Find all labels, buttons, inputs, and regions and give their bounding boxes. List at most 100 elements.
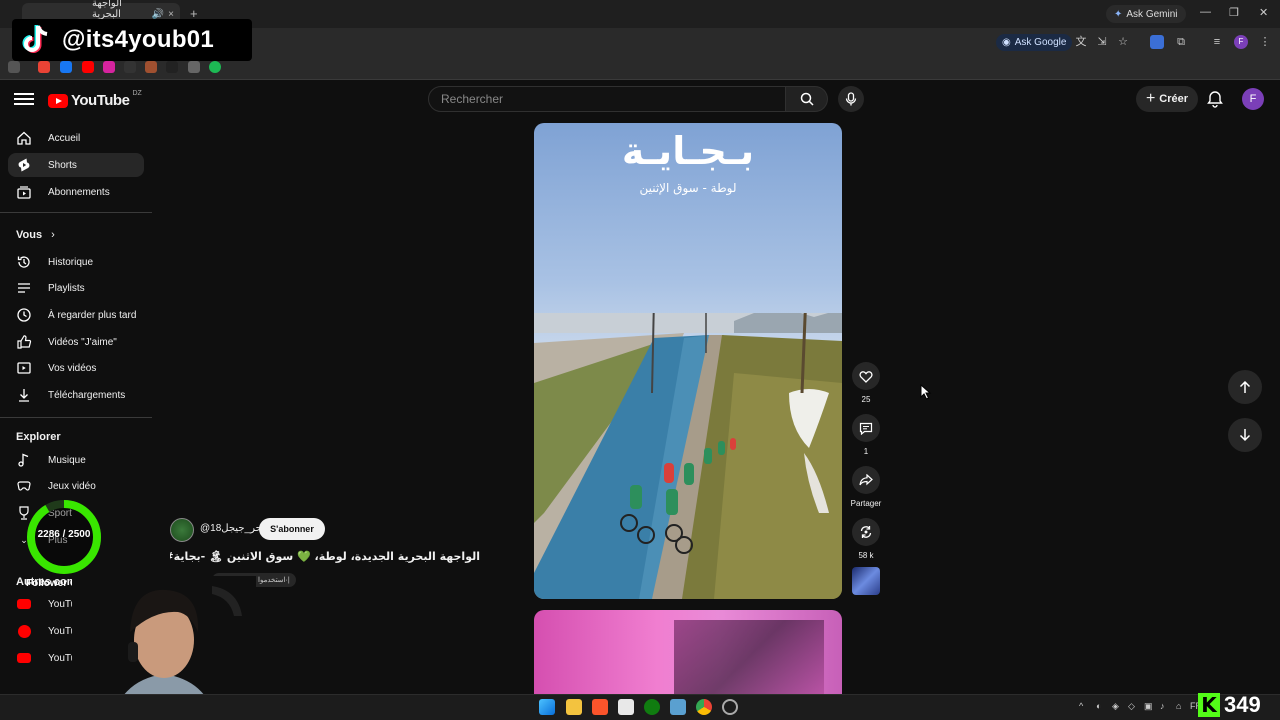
- speaker-icon[interactable]: 🔊: [152, 9, 164, 20]
- sidebar-item-liked-videos[interactable]: Vidéos "J'aime": [8, 330, 144, 354]
- sidebar-heading-vous[interactable]: Vous ›: [16, 229, 55, 241]
- sidebar-item-downloads[interactable]: Téléchargements: [8, 383, 144, 407]
- previous-short-button[interactable]: [1228, 370, 1262, 404]
- media-controls-icon[interactable]: ≡: [1210, 35, 1224, 49]
- sidebar-item-shorts[interactable]: Shorts: [8, 153, 144, 177]
- notifications-bell-icon[interactable]: [1206, 90, 1224, 108]
- mouse-cursor-icon: [920, 384, 932, 400]
- search-input[interactable]: Rechercher: [428, 86, 786, 112]
- microphone-icon: [845, 92, 857, 106]
- gaming-icon: [17, 481, 31, 491]
- search-button[interactable]: [786, 86, 828, 112]
- sidebar-item-watch-later[interactable]: À regarder plus tard: [8, 303, 144, 327]
- tray-icon[interactable]: ◈: [1112, 701, 1119, 712]
- gmail-bookmark-icon[interactable]: [38, 61, 50, 73]
- playlists-icon: [18, 283, 30, 293]
- google-lens-icon: ◉: [1002, 37, 1011, 48]
- minimize-button[interactable]: —: [1200, 6, 1211, 18]
- tiktok-logo-icon: [22, 25, 48, 53]
- bookmark-icon[interactable]: [145, 61, 157, 73]
- share-label: Partager: [850, 499, 882, 508]
- follower-goal-count: 2286 / 2500: [37, 529, 91, 540]
- video-description[interactable]: الواجهة البحرية الجديدة، لوطة، 💚 سوق الا…: [170, 550, 480, 563]
- hamburger-menu-icon[interactable]: [14, 90, 34, 108]
- volume-icon[interactable]: ♪: [1160, 701, 1165, 711]
- facebook-bookmark-icon[interactable]: [60, 61, 72, 73]
- youtube-bookmark-icon[interactable]: [82, 61, 94, 73]
- comment-count: 1: [863, 447, 869, 456]
- bookmark-icon[interactable]: [166, 61, 178, 73]
- tab-close-icon[interactable]: ×: [168, 9, 174, 20]
- bookmark-icon[interactable]: [188, 61, 200, 73]
- spotify-bookmark-icon[interactable]: [209, 61, 221, 73]
- sidebar-heading-explorer: Explorer: [16, 431, 61, 443]
- account-avatar[interactable]: F: [1242, 88, 1264, 110]
- youtube-premium-icon: [16, 596, 32, 612]
- browser-menu-icon[interactable]: ⋮: [1258, 35, 1272, 49]
- ask-gemini-button[interactable]: ✦ Ask Gemini: [1106, 5, 1186, 23]
- extension-icon[interactable]: [1150, 35, 1164, 49]
- sound-thumbnail[interactable]: [852, 567, 880, 595]
- tiktok-overlay: @its4youb01: [12, 19, 252, 61]
- share-button[interactable]: [852, 466, 880, 494]
- network-icon[interactable]: ⌂: [1176, 701, 1181, 711]
- maximize-button[interactable]: ❐: [1229, 6, 1239, 19]
- kick-viewer-count: 349: [1224, 692, 1261, 717]
- youtube-logo[interactable]: YouTube DZ: [48, 90, 142, 109]
- watch-later-icon: [17, 308, 31, 322]
- music-icon: [18, 453, 29, 467]
- home-icon: [17, 131, 31, 145]
- install-app-icon[interactable]: ⇲: [1095, 35, 1109, 49]
- history-icon: [17, 256, 30, 268]
- comments-button[interactable]: [852, 414, 880, 442]
- bookmark-star-icon[interactable]: ☆: [1116, 35, 1130, 49]
- close-window-button[interactable]: ✕: [1259, 6, 1268, 19]
- remix-button[interactable]: [852, 518, 880, 546]
- store-icon[interactable]: [618, 699, 634, 715]
- voice-search-button[interactable]: [838, 86, 864, 112]
- your-videos-icon: [17, 362, 31, 374]
- discord-tray-icon[interactable]: ◐: [1096, 701, 1101, 711]
- tray-chevron-icon[interactable]: ^: [1079, 701, 1083, 711]
- channel-avatar[interactable]: [170, 518, 194, 542]
- file-explorer-icon[interactable]: [566, 699, 582, 715]
- ask-google-button[interactable]: ◉ Ask Google: [996, 34, 1073, 51]
- chevron-right-icon: ›: [51, 229, 55, 241]
- obs-icon[interactable]: [722, 699, 738, 715]
- poster-wall: [674, 620, 824, 694]
- sidebar-item-accueil[interactable]: Accueil: [8, 126, 144, 150]
- sidebar-item-abonnements[interactable]: Abonnements: [8, 180, 144, 204]
- sidebar-item-jeux-video[interactable]: Jeux vidéo: [8, 474, 144, 498]
- sidebar-item-musique[interactable]: Musique: [8, 448, 144, 472]
- next-short-preview[interactable]: [534, 610, 842, 694]
- like-count: 25: [861, 395, 871, 404]
- minecraft-launcher-icon[interactable]: [670, 699, 686, 715]
- sidebar-item-your-videos[interactable]: Vos vidéos: [8, 356, 144, 380]
- windows-taskbar: [0, 694, 1280, 720]
- short-video-player[interactable]: بـجـايـة لوطة - سوق الإثنين: [534, 123, 842, 599]
- subscribe-button[interactable]: S'abonner: [259, 518, 325, 540]
- tiktok-handle: @its4youb01: [62, 26, 215, 53]
- xbox-icon[interactable]: [644, 699, 660, 715]
- create-button[interactable]: + Créer: [1136, 86, 1198, 112]
- apps-icon[interactable]: [8, 61, 20, 73]
- sidebar-item-historique[interactable]: Historique: [8, 250, 144, 274]
- like-button[interactable]: [852, 362, 880, 390]
- youtube-kids-icon: [16, 650, 32, 666]
- windows-start-icon[interactable]: [539, 699, 555, 715]
- next-short-button[interactable]: [1228, 418, 1262, 452]
- heart-icon: [859, 370, 873, 383]
- instagram-bookmark-icon[interactable]: [103, 61, 115, 73]
- sidebar-item-playlists[interactable]: Playlists: [8, 276, 144, 300]
- browser-profile-avatar[interactable]: F: [1234, 35, 1248, 49]
- brave-browser-icon[interactable]: [592, 699, 608, 715]
- chrome-icon[interactable]: [696, 699, 712, 715]
- tray-icon[interactable]: ▣: [1144, 701, 1153, 712]
- bookmark-icon[interactable]: [124, 61, 136, 73]
- extensions-puzzle-icon[interactable]: ⧉: [1174, 35, 1188, 49]
- tray-icon[interactable]: ◇: [1128, 701, 1135, 712]
- kick-viewer-counter: K 349: [1198, 692, 1261, 718]
- share-icon: [859, 474, 873, 486]
- remix-icon: [860, 526, 872, 538]
- translate-icon[interactable]: 文: [1074, 35, 1088, 49]
